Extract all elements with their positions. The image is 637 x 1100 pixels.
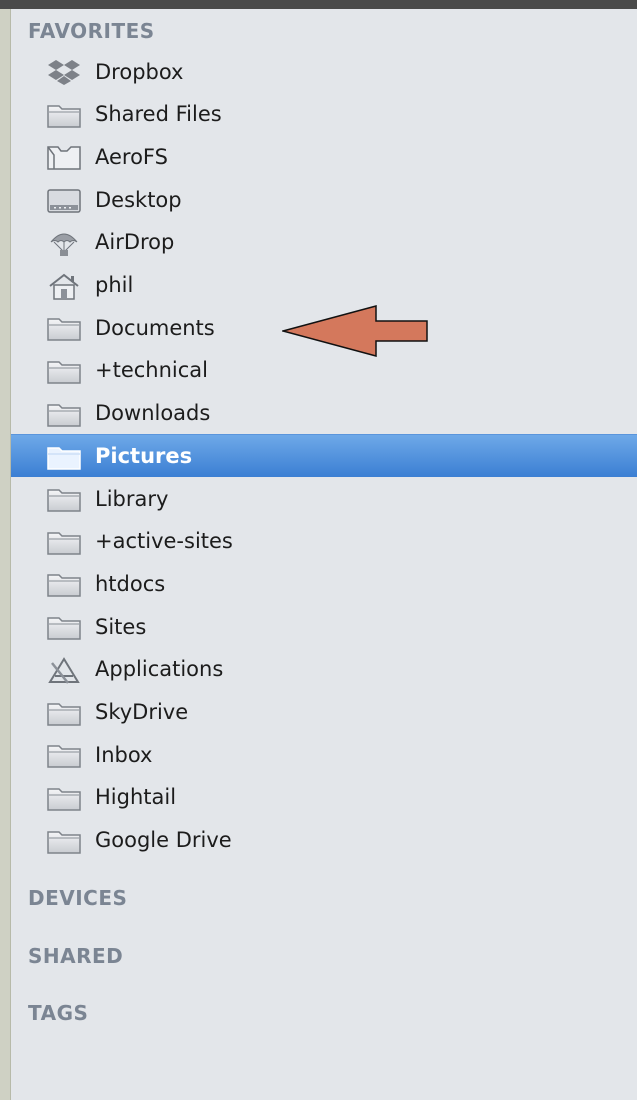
sidebar-item-label: htdocs: [95, 571, 166, 596]
sidebar-item-label: AirDrop: [95, 230, 175, 255]
sidebar-item-label: SkyDrive: [95, 700, 189, 724]
pointer-arrow-annotation: [282, 305, 428, 357]
folder-icon: [46, 529, 82, 556]
sidebar-item-label: Dropbox: [95, 59, 184, 84]
sidebar-item-google-drive[interactable]: Google Drive: [11, 819, 637, 862]
window-top-bar: [0, 0, 637, 9]
desktop-icon: [46, 187, 82, 214]
sidebar-item-label: Documents: [95, 315, 215, 340]
folder-icon: [46, 785, 82, 812]
sidebar-item-label: Desktop: [95, 187, 182, 212]
sidebar-item-label: Downloads: [95, 401, 211, 426]
sidebar-item-label: AeroFS: [95, 144, 168, 169]
sidebar-item-skydrive[interactable]: SkyDrive: [11, 691, 637, 734]
sidebar-item-label: Hightail: [95, 785, 177, 810]
folder-icon: [46, 828, 82, 855]
sidebar-item-phil[interactable]: phil: [11, 264, 637, 307]
sidebar-item-label: Google Drive: [95, 828, 232, 853]
sidebar-item-desktop[interactable]: Desktop: [11, 178, 637, 221]
sidebar-item-applications[interactable]: Applications: [11, 648, 637, 691]
folder-icon: [46, 700, 82, 727]
sidebar-item-htdocs[interactable]: htdocs: [11, 562, 637, 605]
finder-sidebar: FAVORITES Dropbox Shared Files AeroFS Deskt…: [11, 9, 637, 1100]
sidebar-item-label: Sites: [95, 614, 147, 639]
folder-icon: [46, 571, 82, 598]
favorites-header: FAVORITES: [28, 19, 155, 43]
folder-icon: [46, 102, 82, 129]
folder-icon: [46, 401, 82, 428]
sidebar-item-downloads[interactable]: Downloads: [11, 392, 637, 435]
airdrop-icon: [46, 230, 82, 257]
sidebar-item-pictures[interactable]: Pictures: [11, 434, 637, 478]
devices-header[interactable]: DEVICES: [28, 886, 127, 910]
sidebar-item-label: Applications: [95, 657, 224, 682]
folder-icon: [46, 742, 82, 769]
sidebar-item-airdrop[interactable]: AirDrop: [11, 221, 637, 264]
tags-header[interactable]: TAGS: [28, 1001, 88, 1025]
dropbox-icon: [46, 59, 82, 86]
sidebar-item-label: Shared Files: [95, 102, 222, 127]
sidebar-item-shared-files[interactable]: Shared Files: [11, 93, 637, 136]
sidebar-item-label: +technical: [95, 358, 208, 383]
folder-icon: [46, 486, 82, 513]
folder-icon: [46, 358, 82, 385]
sidebar-item-label: +active-sites: [95, 529, 233, 554]
sidebar-item-label: phil: [95, 273, 134, 297]
sidebar-item-label: Library: [95, 486, 169, 511]
sidebar-item-label: Inbox: [95, 742, 153, 767]
shared-header[interactable]: SHARED: [28, 944, 123, 968]
folder-icon: [46, 315, 82, 342]
applications-icon: [46, 656, 82, 684]
sidebar-item-library[interactable]: Library: [11, 477, 637, 520]
folder-icon: [46, 614, 82, 641]
folder-icon: [46, 444, 82, 471]
sidebar-item-inbox[interactable]: Inbox: [11, 733, 637, 776]
sidebar-item-hightail[interactable]: Hightail: [11, 776, 637, 819]
sidebar-item-active-sites[interactable]: +active-sites: [11, 520, 637, 563]
aerofs-folder-icon: [46, 144, 82, 171]
sidebar-item-aerofs[interactable]: AeroFS: [11, 135, 637, 178]
window-left-edge: [0, 9, 11, 1100]
sidebar-item-dropbox[interactable]: Dropbox: [11, 50, 637, 93]
home-icon: [46, 273, 82, 300]
sidebar-item-label: Pictures: [95, 444, 193, 469]
sidebar-item-sites[interactable]: Sites: [11, 605, 637, 648]
